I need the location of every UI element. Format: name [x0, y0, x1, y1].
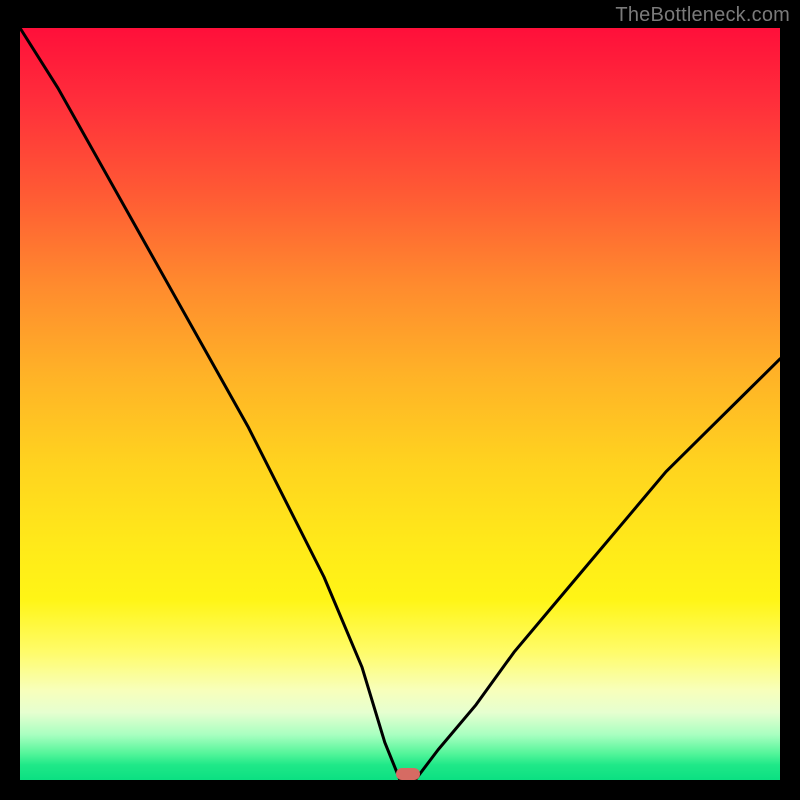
watermark-text: TheBottleneck.com [615, 4, 790, 27]
chart-frame: TheBottleneck.com [0, 0, 800, 800]
plot-area [20, 28, 780, 780]
bottleneck-curve [20, 28, 780, 780]
optimal-point-marker [396, 768, 420, 780]
